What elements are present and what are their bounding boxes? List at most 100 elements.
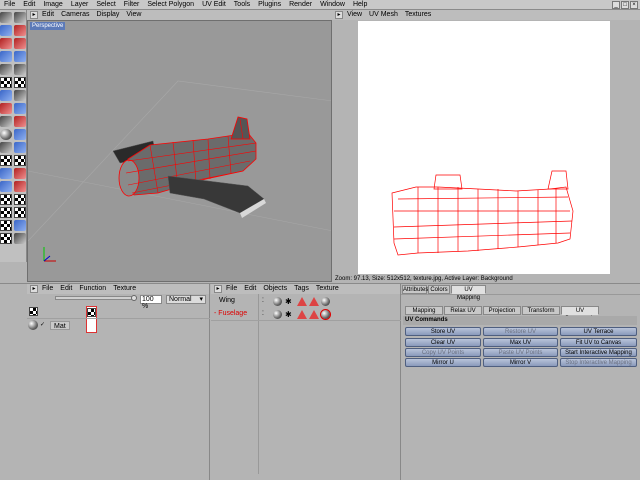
points-mode-icon[interactable] (0, 168, 12, 179)
menu-tools[interactable]: Tools (234, 0, 250, 10)
grid-icon[interactable] (0, 233, 12, 244)
material-menu-file[interactable]: File (42, 284, 53, 294)
viewport-menu-display[interactable]: Display (96, 10, 119, 20)
channel-icon[interactable] (0, 220, 12, 231)
object-menu-texture[interactable]: Texture (316, 284, 339, 294)
menu-window[interactable]: Window (320, 0, 345, 10)
restore-uv-button[interactable]: Restore UV (483, 327, 558, 336)
object-panel-menu-arrow-icon[interactable]: ▸ (214, 285, 222, 293)
phong-tag-icon-3[interactable] (297, 310, 307, 319)
subtab-relax-uv[interactable]: Relax UV (444, 306, 482, 315)
object-menu-file[interactable]: File (226, 284, 237, 294)
paint-icon[interactable] (14, 194, 26, 205)
object-menu-objects[interactable]: Objects (263, 284, 287, 294)
object-row-wing[interactable]: Wing (214, 296, 235, 306)
menu-edit[interactable]: Edit (23, 0, 35, 10)
tab-colors[interactable]: Colors (428, 285, 450, 294)
checkmark-icon[interactable]: ✓ (40, 320, 47, 330)
uv-terrace-button[interactable]: UV Terrace (560, 327, 637, 336)
texture-mode-icon[interactable] (0, 155, 12, 166)
x-axis-icon[interactable] (0, 51, 12, 62)
model-mode-icon[interactable] (0, 142, 12, 153)
polygons-mode-icon[interactable] (0, 181, 12, 192)
object-name-wing[interactable]: Wing (219, 297, 235, 304)
opacity-percent-field[interactable]: 100 % (140, 295, 162, 310)
subtab-mapping[interactable]: Mapping (405, 306, 443, 315)
magnet-icon[interactable] (14, 220, 26, 231)
object-menu-edit[interactable]: Edit (244, 284, 256, 294)
y-axis-icon[interactable] (14, 51, 26, 62)
object-expand-icon[interactable]: - (214, 310, 216, 317)
bitmap-icon[interactable] (14, 207, 26, 218)
menu-file[interactable]: File (4, 0, 15, 10)
uv-menu-textures[interactable]: Textures (405, 10, 431, 20)
max-uv-button[interactable]: Max UV (483, 338, 558, 347)
layer-icon[interactable] (29, 307, 38, 316)
texture-axis-icon[interactable] (14, 155, 26, 166)
uv-menu-view[interactable]: View (347, 10, 362, 20)
edges-mode-icon[interactable] (14, 168, 26, 179)
material-panel-menu-arrow-icon[interactable]: ▸ (30, 285, 38, 293)
redo-icon[interactable] (14, 12, 26, 23)
copy-uv-points-button[interactable]: Copy UV Points (405, 348, 481, 357)
material-tag-icon-2[interactable] (320, 309, 331, 320)
menu-help[interactable]: Help (353, 0, 367, 10)
fit-uv-to-canvas-button[interactable]: Fit UV to Canvas (560, 338, 637, 347)
menu-select[interactable]: Select (96, 0, 115, 10)
clear-uv-button[interactable]: Clear UV (405, 338, 481, 347)
object-mode-icon[interactable] (14, 142, 26, 153)
menu-plugins[interactable]: Plugins (258, 0, 281, 10)
paste-uv-points-button[interactable]: Paste UV Points (483, 348, 558, 357)
subtab-transform[interactable]: Transform (522, 306, 560, 315)
light-icon[interactable] (0, 129, 12, 140)
mirror-u-button[interactable]: Mirror U (405, 358, 481, 367)
store-uv-button[interactable]: Store UV (405, 327, 481, 336)
camera-icon[interactable] (14, 129, 26, 140)
spline-icon[interactable] (14, 90, 26, 101)
tab-uv-mapping[interactable]: UV Mapping (451, 285, 486, 301)
material-preview-icon[interactable] (86, 306, 97, 333)
menu-uv-edit[interactable]: UV Edit (202, 0, 226, 10)
restore-icon[interactable]: □ (621, 1, 629, 9)
subtab-projection[interactable]: Projection (483, 306, 521, 315)
material-tag-icon[interactable] (321, 297, 330, 306)
live-select-icon[interactable] (0, 25, 12, 36)
blend-mode-select[interactable]: Normal ▾ (166, 295, 206, 304)
close-icon[interactable]: × (630, 1, 638, 9)
visibility-dots-icon[interactable]: ⁚ (262, 297, 264, 304)
phong-tag-icon-4[interactable] (309, 310, 319, 319)
scale-icon[interactable] (0, 38, 12, 49)
uvw-tag-icon[interactable] (273, 297, 282, 306)
z-axis-icon[interactable] (0, 64, 12, 75)
material-name[interactable]: Mat (50, 321, 70, 330)
menu-layer[interactable]: Layer (71, 0, 89, 10)
material-menu-edit[interactable]: Edit (60, 284, 72, 294)
material-menu-function[interactable]: Function (79, 284, 106, 294)
material-sphere-icon[interactable] (28, 320, 38, 330)
menu-filter[interactable]: Filter (124, 0, 140, 10)
subtab-uv-commands[interactable]: UV Commands (561, 306, 599, 322)
uv-menu-uv-mesh[interactable]: UV Mesh (369, 10, 398, 20)
uv-mesh[interactable] (358, 21, 610, 274)
scene-icon[interactable] (14, 116, 26, 127)
layer-icon[interactable] (0, 207, 12, 218)
array-icon[interactable] (14, 103, 26, 114)
render-picture-icon[interactable] (14, 77, 26, 88)
texture-tag-icon[interactable]: ✱ (285, 297, 294, 306)
rotate-icon[interactable] (14, 38, 26, 49)
uvw-tag-icon-2[interactable] (273, 310, 282, 319)
move-icon[interactable] (14, 25, 26, 36)
airplane-model[interactable] (28, 21, 332, 282)
menu-select-polygon[interactable]: Select Polygon (147, 0, 194, 10)
start-interactive-mapping-button[interactable]: Start Interactive Mapping (560, 348, 637, 357)
uv-polygons-icon[interactable] (0, 194, 12, 205)
uv-canvas[interactable] (358, 21, 610, 274)
visibility-dots-icon-2[interactable]: ⁚ (262, 310, 264, 317)
phong-tag-icon-2[interactable] (309, 297, 319, 306)
nurbs-icon[interactable] (0, 103, 12, 114)
object-menu-tags[interactable]: Tags (294, 284, 309, 294)
object-name-fuselage[interactable]: Fuselage (218, 310, 247, 317)
stop-interactive-mapping-button[interactable]: Stop Interactive Mapping (560, 358, 637, 367)
viewport-menu-cameras[interactable]: Cameras (61, 10, 89, 20)
viewport-menu-edit[interactable]: Edit (42, 10, 54, 20)
